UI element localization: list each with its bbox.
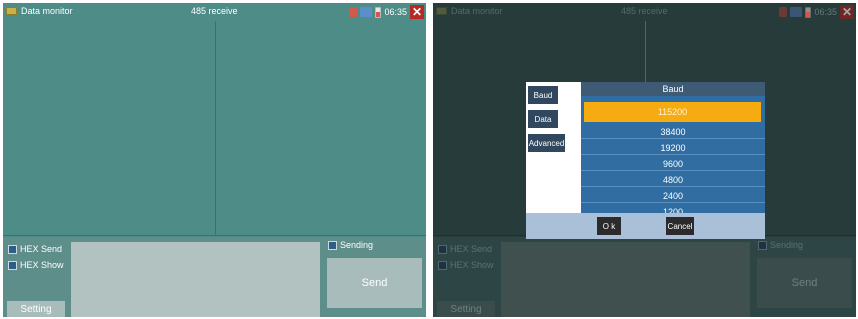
baud-option[interactable]: 19200 <box>581 141 765 155</box>
hex-send-checkbox <box>438 244 447 254</box>
lan-icon <box>779 7 788 17</box>
status-icons: 06:35 ✕ <box>349 5 424 19</box>
status-icons: 06:35 ✕ <box>779 5 854 19</box>
baud-option[interactable]: 38400 <box>581 125 765 139</box>
hex-send-checkbox[interactable] <box>8 244 17 254</box>
baud-list-title: Baud <box>581 82 765 96</box>
lan-icon <box>349 7 358 17</box>
clock-time: 06:35 <box>814 7 837 17</box>
baud-option[interactable]: 2400 <box>581 189 765 203</box>
dialog-footer: O k Cancel <box>526 213 765 239</box>
sending-checkbox <box>758 240 767 250</box>
mode-title: 485 receive <box>191 6 238 16</box>
serial-settings-dialog: Baud Data Advanced Baud 115200 38400 192… <box>526 82 765 239</box>
baud-rate-list[interactable]: Baud 115200 38400 19200 9600 4800 2400 1… <box>581 82 765 213</box>
panel-divider <box>215 21 216 236</box>
top-bar: Data monitor 485 receive 06:35 ✕ <box>433 3 856 21</box>
bottom-controls: HEX Send HEX Show Sending Send Setting <box>3 237 426 317</box>
battery-icon <box>375 6 382 18</box>
sending-option[interactable]: Sending <box>328 240 373 250</box>
baud-option[interactable]: 1200 <box>581 205 765 214</box>
settings-category-list: Baud Data Advanced <box>526 82 581 213</box>
sending-option: Sending <box>758 240 803 250</box>
send-input-area[interactable] <box>71 242 320 317</box>
hex-show-option[interactable]: HEX Show <box>8 260 64 270</box>
mode-title: 485 receive <box>621 6 668 16</box>
hex-show-checkbox <box>438 260 447 270</box>
hex-send-label: HEX Send <box>450 244 493 254</box>
send-input-area <box>501 242 750 317</box>
hex-send-option[interactable]: HEX Send <box>8 244 62 254</box>
clock-time: 06:35 <box>384 7 407 17</box>
bottom-controls: HEX Send HEX Show Sending Send Setting <box>433 237 856 317</box>
setting-button[interactable]: Setting <box>7 301 65 317</box>
hex-show-label: HEX Show <box>450 260 494 270</box>
category-baud-button[interactable]: Baud <box>528 86 558 104</box>
battery-icon <box>805 6 812 18</box>
network-icon <box>360 7 373 17</box>
top-bar: Data monitor 485 receive 06:35 ✕ <box>3 3 426 21</box>
app-icon <box>6 7 17 15</box>
data-monitor-screen: Data monitor 485 receive 06:35 ✕ HEX Sen… <box>3 3 426 317</box>
close-icon[interactable]: ✕ <box>410 5 424 19</box>
category-data-button[interactable]: Data <box>528 110 558 128</box>
app-title: Data monitor <box>21 6 73 16</box>
close-icon[interactable]: ✕ <box>840 5 854 19</box>
app-icon <box>436 7 447 15</box>
sending-label: Sending <box>340 240 374 250</box>
cancel-button[interactable]: Cancel <box>666 217 694 235</box>
sending-checkbox[interactable] <box>328 240 337 250</box>
hex-show-checkbox[interactable] <box>8 260 17 270</box>
network-icon <box>790 7 803 17</box>
send-button[interactable]: Send <box>327 258 422 308</box>
hex-send-option: HEX Send <box>438 244 492 254</box>
setting-button: Setting <box>437 301 495 317</box>
send-button: Send <box>757 258 852 308</box>
category-advanced-button[interactable]: Advanced <box>528 134 565 152</box>
sending-label: Sending <box>770 240 804 250</box>
baud-option[interactable]: 4800 <box>581 173 765 187</box>
baud-option[interactable]: 9600 <box>581 157 765 171</box>
ok-button[interactable]: O k <box>597 217 621 235</box>
hex-show-option: HEX Show <box>438 260 494 270</box>
baud-option-selected[interactable]: 115200 <box>584 102 761 122</box>
hex-show-label: HEX Show <box>20 260 64 270</box>
hex-send-label: HEX Send <box>20 244 63 254</box>
data-monitor-screen-with-dialog: Data monitor 485 receive 06:35 ✕ HEX Sen… <box>433 3 856 317</box>
app-title: Data monitor <box>451 6 503 16</box>
